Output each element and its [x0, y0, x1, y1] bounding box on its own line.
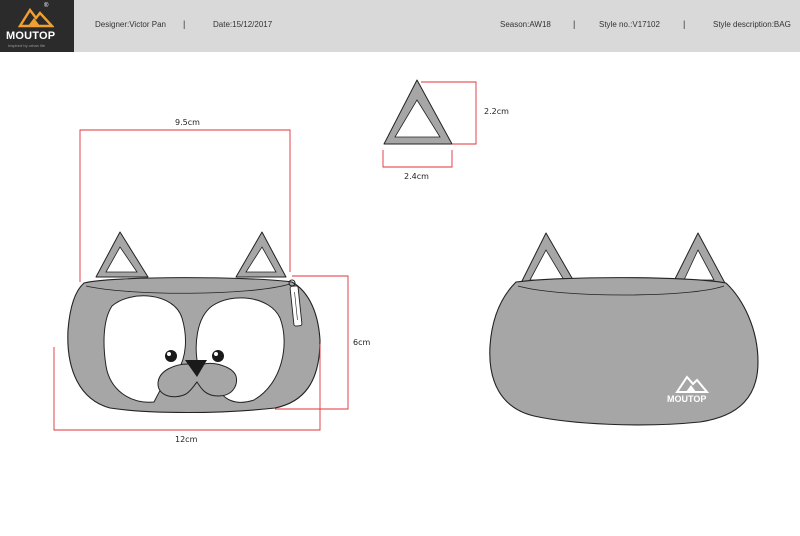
top-width-label: 9.5cm — [175, 118, 200, 127]
technical-drawing — [53, 79, 759, 431]
ear-height-label: 2.2cm — [484, 107, 509, 116]
body-height-label: 6cm — [353, 338, 371, 347]
ear-width-label: 2.4cm — [404, 172, 429, 181]
back-logo-text: MOUTOP — [667, 394, 707, 404]
body-width-label: 12cm — [175, 435, 198, 444]
ear-detail — [382, 79, 477, 168]
bag-back-view — [489, 232, 759, 426]
ear-width-line — [382, 150, 453, 168]
bag-front-view — [53, 129, 349, 431]
